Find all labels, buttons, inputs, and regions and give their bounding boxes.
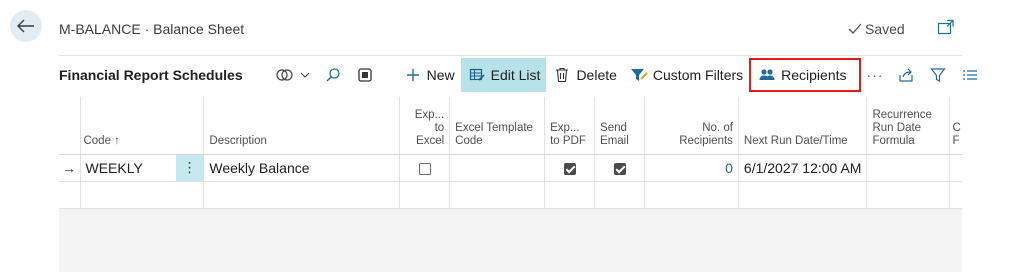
code-cell[interactable]: WEEKLY [80, 154, 176, 182]
row-menu-button[interactable]: ⋮ [175, 154, 205, 182]
more-label: ··· [866, 67, 884, 83]
edit-list-label: Edit List [490, 67, 541, 83]
more-options-button[interactable]: ··· [861, 58, 890, 92]
delete-button[interactable]: Delete [546, 58, 622, 92]
col-arrow-header [59, 97, 82, 155]
edit-list-button[interactable]: Edit List [460, 58, 547, 92]
col-export-pdf-header[interactable]: Exp... to PDF [544, 97, 596, 155]
col-recurrence-header[interactable]: Recurrence Run Date Formula [866, 97, 951, 155]
table-header-row: Code ↑ Description Exp... to Excel Excel… [59, 97, 962, 155]
empty-list-area [59, 209, 962, 272]
share-button[interactable] [890, 58, 922, 92]
check-icon [848, 23, 862, 34]
expand-icon [355, 65, 375, 85]
schedules-table: Code ↑ Description Exp... to Excel Excel… [59, 97, 962, 209]
filter-pane-button[interactable] [922, 58, 954, 92]
col-cut-header[interactable]: C F [949, 97, 962, 155]
cut-cell [949, 154, 962, 182]
arrow-left-icon [17, 19, 34, 33]
col-export-excel-header[interactable]: Exp... to Excel [399, 97, 451, 155]
new-button[interactable]: New [397, 58, 461, 92]
popout-icon [937, 19, 954, 35]
col-menu-header [175, 97, 205, 155]
search-button[interactable] [317, 58, 349, 92]
open-in-new-window-button[interactable] [937, 19, 955, 40]
custom-filters-label: Custom Filters [652, 67, 744, 83]
action-bar: Financial Report Schedules New Edit List [59, 58, 977, 92]
share-icon [896, 65, 916, 85]
col-send-email-header[interactable]: Send Email [594, 97, 645, 155]
edit-list-icon [467, 65, 487, 85]
col-code-header[interactable]: Code ↑ [80, 97, 176, 155]
search-icon [323, 65, 343, 85]
row-current-indicator: → [59, 154, 82, 182]
people-icon [757, 65, 777, 85]
chevron-down-icon [299, 65, 311, 85]
back-button[interactable] [10, 10, 42, 42]
table-row[interactable]: → WEEKLY ⋮ Weekly Balance 0 6/1/2027 12:… [59, 154, 962, 182]
recurrence-cell[interactable] [866, 154, 951, 182]
col-description-header[interactable]: Description [203, 97, 401, 155]
new-label: New [426, 67, 455, 83]
col-next-run-header[interactable]: Next Run Date/Time [738, 97, 868, 155]
views-dropdown-button[interactable] [269, 58, 317, 92]
col-excel-template-header[interactable]: Excel Template Code [449, 97, 546, 155]
export-excel-checkbox[interactable] [418, 162, 431, 175]
list-icon [960, 65, 980, 85]
list-title: Financial Report Schedules [59, 67, 243, 83]
trash-icon [552, 65, 572, 85]
export-pdf-cell[interactable] [544, 154, 596, 182]
no-recipients-cell[interactable]: 0 [644, 154, 739, 182]
col-no-recipients-header[interactable]: No. of Recipients [644, 97, 739, 155]
views-icon [275, 65, 295, 85]
next-run-cell[interactable]: 6/1/2027 12:00 AM [738, 154, 868, 182]
send-email-cell[interactable] [594, 154, 645, 182]
export-excel-cell[interactable] [399, 154, 451, 182]
recipients-label: Recipients [781, 67, 847, 83]
page-title: M-BALANCE · Balance Sheet [59, 21, 245, 37]
table-row-empty[interactable] [59, 181, 962, 209]
funnel-icon [928, 65, 948, 85]
send-email-checkbox[interactable] [613, 162, 626, 175]
excel-template-cell[interactable] [449, 154, 546, 182]
filter-icon [629, 65, 649, 85]
saved-label: Saved [865, 21, 905, 37]
saved-status: Saved [848, 21, 905, 37]
plus-icon [403, 65, 423, 85]
description-cell[interactable]: Weekly Balance [203, 154, 401, 182]
delete-label: Delete [576, 67, 617, 83]
header-divider [59, 55, 962, 56]
recipients-button[interactable]: Recipients [749, 58, 861, 92]
list-view-button[interactable] [954, 58, 986, 92]
custom-filters-button[interactable]: Custom Filters [623, 58, 749, 92]
focus-mode-button[interactable] [349, 58, 381, 92]
export-pdf-checkbox[interactable] [563, 162, 576, 175]
